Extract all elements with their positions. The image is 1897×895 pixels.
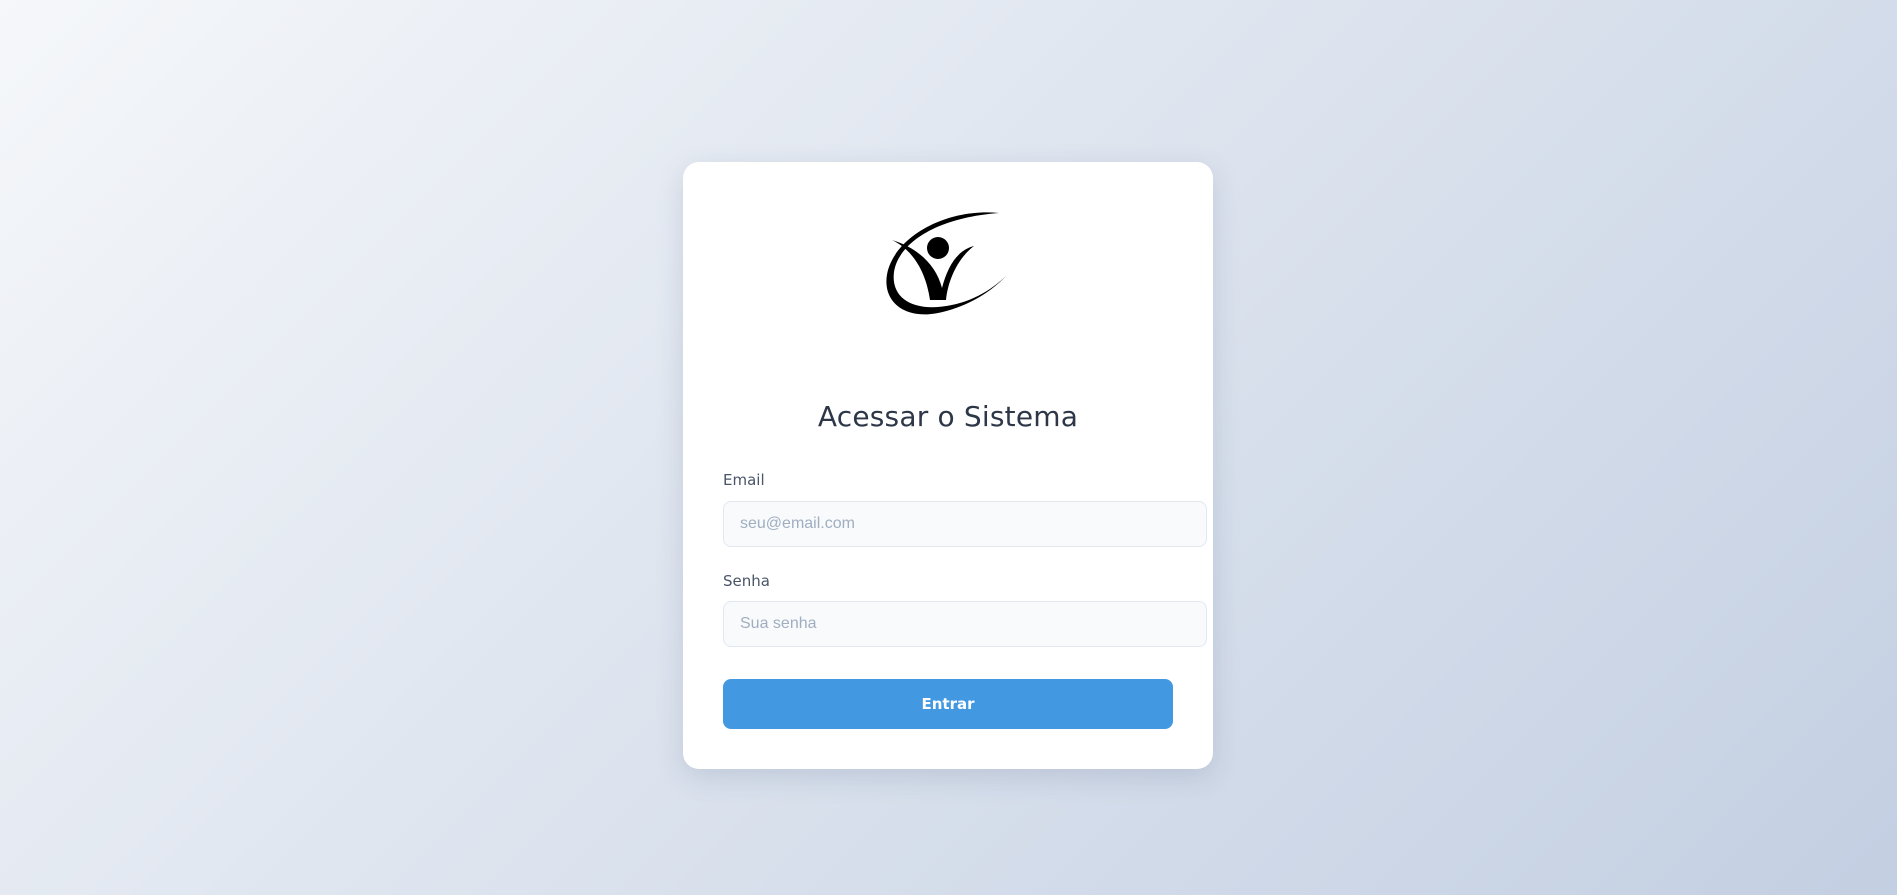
- password-field[interactable]: [723, 601, 1207, 647]
- submit-button[interactable]: Entrar: [723, 679, 1173, 729]
- login-card: Acessar o Sistema Email Senha Entrar: [683, 162, 1213, 769]
- person-swoosh-logo-icon: [886, 212, 1006, 315]
- page-title: Acessar o Sistema: [817, 400, 1079, 433]
- email-label: Email: [723, 471, 765, 489]
- email-field[interactable]: [723, 501, 1207, 547]
- password-label: Senha: [723, 572, 770, 590]
